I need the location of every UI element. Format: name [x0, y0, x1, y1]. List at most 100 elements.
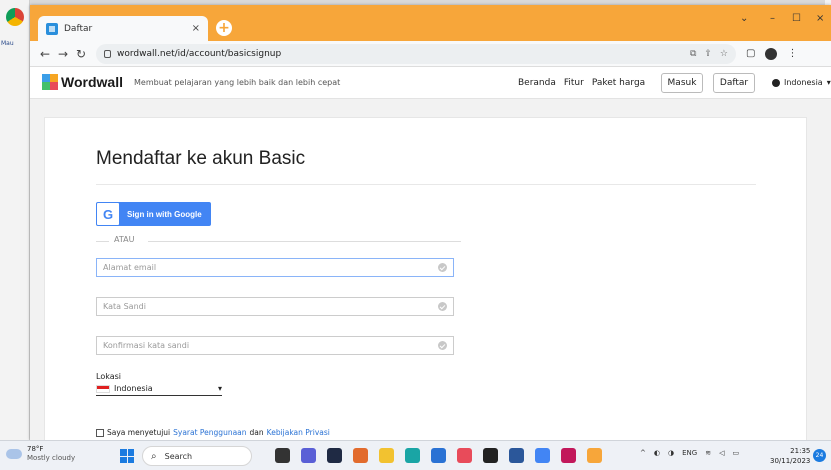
nav-item-paket-harga[interactable]: Paket harga [592, 78, 645, 88]
new-tab-button[interactable]: + [216, 20, 232, 36]
location-select[interactable]: Indonesia ▾ [96, 382, 222, 396]
tab-search-chevron-icon[interactable]: ⌄ [740, 13, 748, 24]
search-label: Search [164, 451, 193, 461]
chevron-up-icon[interactable]: ^ [640, 449, 646, 457]
taskbar: 78°F Mostly cloudy ⌕ Search ^ ◐ ◑ ENG ≋ … [0, 440, 831, 470]
site-nav: Beranda Fitur Paket harga [518, 78, 645, 88]
lock-icon [104, 49, 111, 58]
taskbar-apps [275, 448, 602, 463]
share-icon[interactable]: ⇪ [704, 49, 712, 59]
menu-dots-icon[interactable]: ⋮ [787, 48, 797, 59]
clock-time: 21:35 [790, 447, 811, 455]
profile-avatar-icon[interactable] [765, 47, 778, 60]
app-icon[interactable] [301, 448, 316, 463]
logo-text: Wordwall [61, 74, 123, 90]
clock-date: 30/11/2023 [770, 457, 811, 465]
web-page: Wordwall Membuat pelajaran yang lebih ba… [30, 67, 831, 440]
login-button[interactable]: Masuk [661, 73, 703, 93]
check-circle-icon [438, 302, 447, 311]
nav-item-beranda[interactable]: Beranda [518, 78, 556, 88]
address-bar[interactable]: wordwall.net/id/account/basicsignup ⧉ ⇪ … [96, 43, 736, 64]
language-indicator[interactable]: ENG [682, 449, 697, 457]
terms-link[interactable]: Syarat Penggunaan [173, 428, 246, 437]
app-icon[interactable] [405, 448, 420, 463]
confirm-password-input[interactable] [103, 341, 438, 350]
chrome-icon[interactable] [535, 448, 550, 463]
url-text: wordwall.net/id/account/basicsignup [117, 48, 282, 59]
close-window-button[interactable]: × [816, 13, 824, 24]
app-icon[interactable] [561, 448, 576, 463]
location-label: Lokasi [96, 372, 121, 381]
tray-app-icon[interactable]: ◐ [654, 449, 660, 457]
google-signin-button[interactable]: G Sign in with Google [96, 202, 211, 226]
app-icon[interactable] [457, 448, 472, 463]
browser-window: Daftar × + ⌄ – ☐ × ← → ↻ wordwall.net/id… [30, 5, 831, 440]
taskbar-clock[interactable]: 21:35 30/11/2023 [770, 446, 810, 466]
terms-agreement: Saya menyetujui Syarat Penggunaan dan Ke… [96, 428, 333, 437]
app-icon[interactable] [327, 448, 342, 463]
signup-button[interactable]: Daftar [713, 73, 755, 93]
battery-icon[interactable]: ▭ [732, 449, 739, 457]
confirm-password-field[interactable] [96, 336, 454, 355]
desktop-label: Mau [1, 40, 14, 47]
language-selector[interactable]: Indonesia ▾ [772, 78, 831, 87]
email-input[interactable] [103, 263, 438, 272]
tab-title: Daftar [64, 23, 93, 34]
google-signin-label: Sign in with Google [127, 209, 202, 219]
password-input[interactable] [103, 302, 438, 311]
signup-card: Mendaftar ke akun Basic G Sign in with G… [44, 117, 807, 440]
indonesia-flag-icon [96, 384, 110, 393]
globe-icon [772, 78, 780, 87]
start-button[interactable] [120, 449, 134, 463]
email-field[interactable] [96, 258, 454, 277]
check-circle-icon [438, 341, 447, 350]
password-field[interactable] [96, 297, 454, 316]
system-tray: ^ ◐ ◑ ENG ≋ ◁ ▭ [640, 449, 739, 457]
reload-icon[interactable]: ↻ [72, 47, 90, 61]
app-icon[interactable] [483, 448, 498, 463]
google-g-icon: G [97, 203, 119, 225]
app-icon[interactable] [353, 448, 368, 463]
forward-arrow-icon[interactable]: → [54, 47, 72, 61]
site-header: Wordwall Membuat pelajaran yang lebih ba… [30, 67, 831, 99]
or-separator: ATAU [96, 235, 461, 247]
chrome-icon[interactable] [587, 448, 602, 463]
app-icon[interactable] [431, 448, 446, 463]
weather-widget[interactable]: 78°F Mostly cloudy [6, 445, 75, 463]
notification-badge[interactable]: 24 [813, 449, 826, 462]
folder-icon[interactable] [379, 448, 394, 463]
chevron-down-icon: ▾ [826, 78, 831, 87]
weather-temp: 78°F [27, 445, 44, 453]
language-label: Indonesia [784, 78, 823, 87]
terms-checkbox[interactable] [96, 428, 104, 437]
page-title: Mendaftar ke akun Basic [96, 148, 306, 169]
browser-tab[interactable]: Daftar × [38, 16, 208, 41]
volume-icon[interactable]: ◁ [719, 449, 724, 457]
browser-toolbar: ← → ↻ wordwall.net/id/account/basicsignu… [30, 41, 831, 67]
sidebar-toggle-icon[interactable]: ▢ [746, 48, 755, 59]
tray-app-icon[interactable]: ◑ [668, 449, 674, 457]
back-arrow-icon[interactable]: ← [36, 47, 54, 61]
maximize-button[interactable]: ☐ [792, 13, 801, 24]
wordwall-favicon-icon [46, 22, 58, 35]
tab-close-icon[interactable]: × [192, 23, 200, 34]
agree-text: Saya menyetujui [107, 428, 171, 437]
app-icon[interactable] [275, 448, 290, 463]
chrome-desktop-icon[interactable] [6, 8, 24, 26]
word-icon[interactable] [509, 448, 524, 463]
nav-item-fitur[interactable]: Fitur [564, 78, 584, 88]
or-label: ATAU [114, 235, 135, 244]
translate-icon[interactable]: ⧉ [690, 49, 696, 59]
minimize-button[interactable]: – [770, 13, 775, 24]
taskbar-search[interactable]: ⌕ Search [142, 446, 252, 466]
chevron-down-icon: ▾ [217, 384, 222, 393]
wifi-icon[interactable]: ≋ [705, 449, 711, 457]
search-icon: ⌕ [151, 450, 157, 462]
privacy-link[interactable]: Kebijakan Privasi [267, 428, 330, 437]
and-text: dan [249, 428, 264, 437]
site-tagline: Membuat pelajaran yang lebih baik dan le… [134, 78, 341, 87]
location-value: Indonesia [114, 384, 153, 393]
wordwall-logo[interactable]: Wordwall [42, 74, 123, 90]
bookmark-star-icon[interactable]: ☆ [720, 49, 728, 59]
check-circle-icon [438, 263, 447, 272]
